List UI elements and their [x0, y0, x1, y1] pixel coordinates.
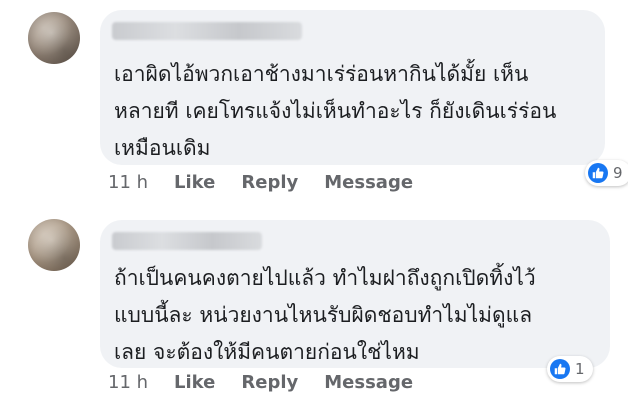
like-button[interactable]: Like: [174, 172, 215, 193]
comment-text: เอาผิดไอ้พวกเอาช้างมาเร่ร่อนหากินได้มั้ย…: [114, 62, 557, 160]
like-thumb-icon: [588, 163, 608, 183]
comment-bubble: เอาผิดไอ้พวกเอาช้างมาเร่ร่อนหากินได้มั้ย…: [100, 10, 605, 165]
reaction-summary[interactable]: 1: [547, 356, 593, 382]
comment-timestamp[interactable]: 11 h: [108, 372, 148, 393]
avatar[interactable]: [28, 219, 80, 271]
reaction-summary[interactable]: 9: [585, 160, 628, 186]
comment: ถ้าเป็นคนคงตายไปแล้ว ทำไมฝาถึงถูกเปิดทิ้…: [0, 205, 628, 415]
comment-actions: 11 h Like Reply Message: [108, 172, 439, 193]
commenter-name-redacted[interactable]: [112, 232, 262, 250]
commenter-name-redacted[interactable]: [112, 22, 302, 40]
message-button[interactable]: Message: [324, 172, 413, 193]
comment: เอาผิดไอ้พวกเอาช้างมาเร่ร่อนหากินได้มั้ย…: [0, 0, 628, 205]
avatar[interactable]: [28, 12, 80, 64]
comment-actions: 11 h Like Reply Message: [108, 372, 439, 393]
reaction-count: 9: [613, 164, 623, 182]
reaction-count: 1: [575, 360, 585, 378]
reply-button[interactable]: Reply: [241, 372, 298, 393]
message-button[interactable]: Message: [324, 372, 413, 393]
like-thumb-icon: [550, 359, 570, 379]
comment-text: ถ้าเป็นคนคงตายไปแล้ว ทำไมฝาถึงถูกเปิดทิ้…: [114, 266, 536, 364]
reply-button[interactable]: Reply: [241, 172, 298, 193]
comment-timestamp[interactable]: 11 h: [108, 172, 148, 193]
comment-bubble: ถ้าเป็นคนคงตายไปแล้ว ทำไมฝาถึงถูกเปิดทิ้…: [100, 220, 610, 368]
like-button[interactable]: Like: [174, 372, 215, 393]
